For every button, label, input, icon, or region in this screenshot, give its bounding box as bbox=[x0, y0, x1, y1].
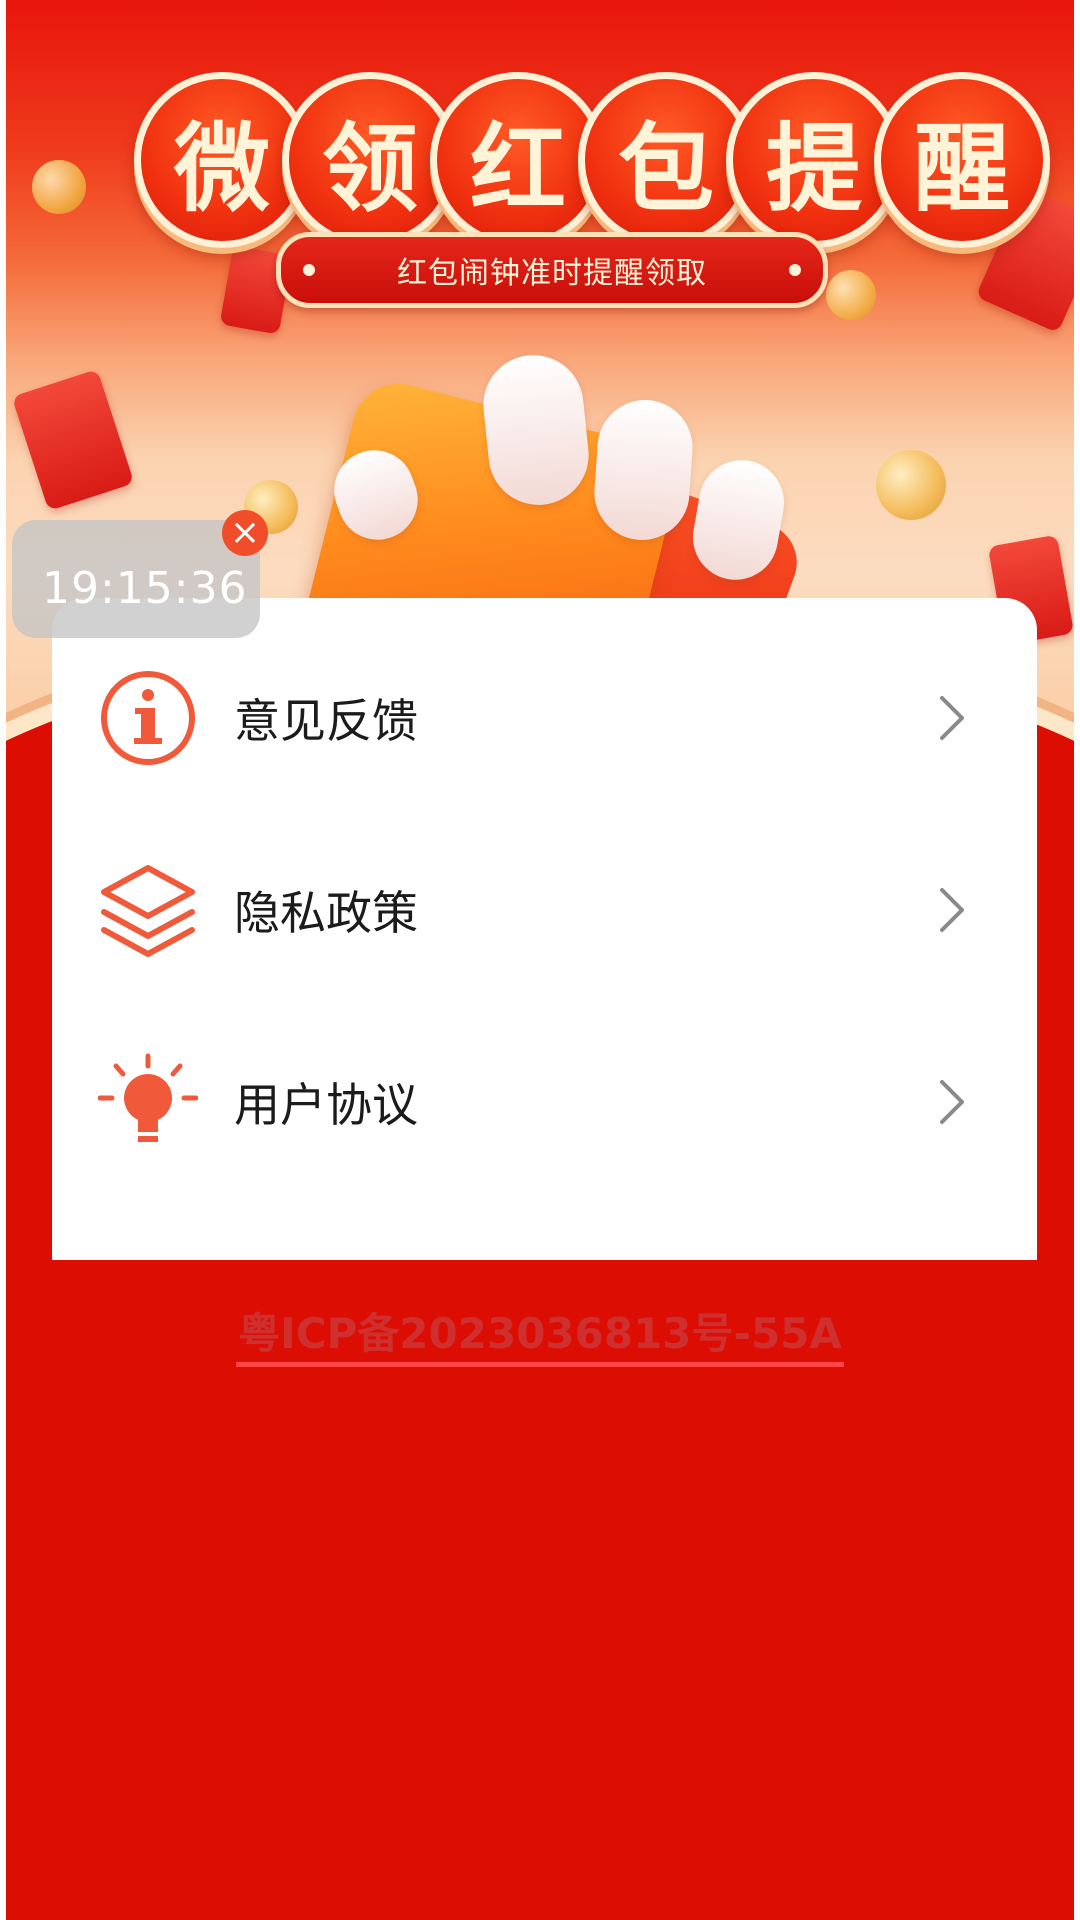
icp-text: 粤ICP备2023036813号-55A bbox=[236, 1309, 844, 1367]
title-char: 醒 bbox=[874, 72, 1050, 248]
right-edge bbox=[1074, 0, 1080, 1920]
coin-decoration bbox=[826, 270, 876, 320]
dot-icon bbox=[303, 264, 315, 276]
menu-card: 意见反馈 隐私政策 用户协议 bbox=[52, 598, 1037, 1260]
info-icon bbox=[101, 671, 195, 765]
coin-decoration bbox=[32, 160, 86, 214]
menu-item-label: 隐私政策 bbox=[234, 886, 418, 940]
subtitle-text: 红包闹钟准时提醒领取 bbox=[397, 256, 707, 291]
menu-item-feedback[interactable]: 意见反馈 bbox=[52, 648, 1037, 788]
left-edge bbox=[0, 0, 6, 1920]
chevron-right-icon bbox=[940, 696, 964, 740]
red-envelope-decoration bbox=[11, 369, 135, 511]
coin-decoration bbox=[876, 450, 946, 520]
chevron-right-icon bbox=[940, 1080, 964, 1124]
lightbulb-icon bbox=[98, 1053, 198, 1142]
menu-item-privacy[interactable]: 隐私政策 bbox=[52, 840, 1037, 980]
chevron-right-icon bbox=[940, 888, 964, 932]
dot-icon bbox=[789, 264, 801, 276]
time-display: 19:15:36 bbox=[42, 562, 248, 614]
menu-item-user-agreement[interactable]: 用户协议 bbox=[52, 1032, 1037, 1172]
menu-item-label: 用户协议 bbox=[234, 1078, 418, 1132]
icp-record-link[interactable]: 粤ICP备2023036813号-55A bbox=[0, 1300, 1080, 1367]
subtitle-banner: 红包闹钟准时提醒领取 bbox=[276, 232, 828, 308]
title-circles: 微 领 红 包 提 醒 bbox=[134, 72, 1050, 248]
layers-icon bbox=[101, 865, 195, 957]
close-icon[interactable]: × bbox=[222, 510, 268, 556]
menu-item-label: 意见反馈 bbox=[234, 694, 418, 748]
